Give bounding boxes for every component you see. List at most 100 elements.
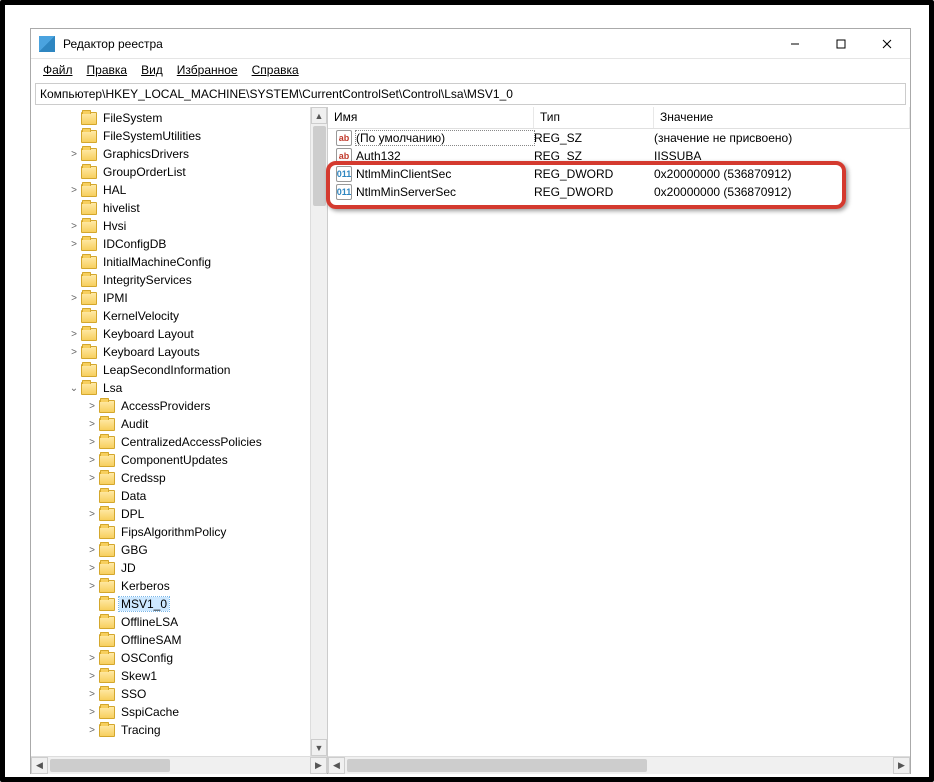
expander-icon[interactable]: >: [85, 437, 99, 448]
window-title: Редактор реестра: [63, 37, 772, 51]
menu-help[interactable]: Справка: [246, 61, 305, 79]
tree-item[interactable]: >ComponentUpdates: [35, 451, 310, 469]
column-type[interactable]: Тип: [534, 107, 654, 128]
value-row[interactable]: 011NtlmMinClientSecREG_DWORD0x20000000 (…: [328, 165, 910, 183]
tree-item[interactable]: MSV1_0: [35, 595, 310, 613]
folder-icon: [81, 130, 97, 143]
scroll-right-button[interactable]: ▶: [310, 757, 327, 774]
scroll-left-button[interactable]: ◀: [31, 757, 48, 774]
tree-item-label: DPL: [119, 507, 146, 521]
tree-item[interactable]: >Credssp: [35, 469, 310, 487]
scroll-thumb[interactable]: [313, 126, 326, 206]
tree-item[interactable]: >OSConfig: [35, 649, 310, 667]
address-bar[interactable]: Компьютер\HKEY_LOCAL_MACHINE\SYSTEM\Curr…: [35, 83, 906, 105]
tree-item[interactable]: >IDConfigDB: [35, 235, 310, 253]
expander-icon[interactable]: >: [85, 707, 99, 718]
hscroll-thumb[interactable]: [347, 759, 647, 772]
registry-tree[interactable]: FileSystemFileSystemUtilities>GraphicsDr…: [31, 107, 310, 756]
tree-item[interactable]: > DPL: [35, 505, 310, 523]
expander-icon[interactable]: >: [85, 473, 99, 484]
folder-icon: [99, 436, 115, 449]
tree-item[interactable]: >SSO: [35, 685, 310, 703]
expander-icon[interactable]: >: [85, 509, 99, 520]
tree-item[interactable]: Data: [35, 487, 310, 505]
expander-icon[interactable]: >: [85, 455, 99, 466]
tree-item[interactable]: InitialMachineConfig: [35, 253, 310, 271]
tree-vscroll[interactable]: ▲ ▼: [310, 107, 327, 756]
tree-item[interactable]: >HAL: [35, 181, 310, 199]
close-button[interactable]: [864, 29, 910, 59]
expander-icon[interactable]: >: [67, 329, 81, 340]
tree-item[interactable]: >JD: [35, 559, 310, 577]
tree-item[interactable]: OfflineLSA: [35, 613, 310, 631]
tree-item[interactable]: GroupOrderList: [35, 163, 310, 181]
tree-item[interactable]: >Keyboard Layouts: [35, 343, 310, 361]
maximize-button[interactable]: [818, 29, 864, 59]
expander-icon[interactable]: >: [85, 401, 99, 412]
scroll-track[interactable]: [311, 124, 327, 739]
expander-icon[interactable]: >: [85, 545, 99, 556]
expander-icon[interactable]: >: [67, 221, 81, 232]
tree-item[interactable]: OfflineSAM: [35, 631, 310, 649]
tree-hscroll[interactable]: ◀ ▶: [31, 756, 327, 773]
string-value-icon: ab: [336, 148, 352, 164]
expander-icon[interactable]: >: [67, 239, 81, 250]
tree-item[interactable]: >Skew1: [35, 667, 310, 685]
tree-item[interactable]: FileSystemUtilities: [35, 127, 310, 145]
column-value[interactable]: Значение: [654, 107, 910, 128]
tree-item[interactable]: >Audit: [35, 415, 310, 433]
values-list[interactable]: ab(По умолчанию)REG_SZ(значение не присв…: [328, 129, 910, 756]
tree-item[interactable]: KernelVelocity: [35, 307, 310, 325]
expander-icon[interactable]: >: [67, 185, 81, 196]
scroll-right-button[interactable]: ▶: [893, 757, 910, 774]
regedit-window: Редактор реестра Файл Правка Вид Избранн…: [30, 28, 911, 774]
hscroll-track[interactable]: [48, 757, 310, 774]
expander-icon[interactable]: >: [85, 671, 99, 682]
menu-view[interactable]: Вид: [135, 61, 169, 79]
menu-file[interactable]: Файл: [37, 61, 79, 79]
values-hscroll[interactable]: ◀ ▶: [328, 756, 910, 773]
expander-icon[interactable]: >: [85, 725, 99, 736]
tree-item[interactable]: FipsAlgorithmPolicy: [35, 523, 310, 541]
expander-icon[interactable]: >: [67, 347, 81, 358]
tree-item[interactable]: >IPMI: [35, 289, 310, 307]
tree-item[interactable]: >GraphicsDrivers: [35, 145, 310, 163]
expander-icon[interactable]: >: [85, 653, 99, 664]
tree-item[interactable]: >SspiCache: [35, 703, 310, 721]
expander-icon[interactable]: >: [67, 149, 81, 160]
scroll-down-button[interactable]: ▼: [311, 739, 327, 756]
menu-favorites[interactable]: Избранное: [171, 61, 244, 79]
folder-icon: [99, 472, 115, 485]
hscroll-thumb[interactable]: [50, 759, 170, 772]
expander-icon[interactable]: >: [85, 581, 99, 592]
scroll-up-button[interactable]: ▲: [311, 107, 327, 124]
tree-item[interactable]: >Tracing: [35, 721, 310, 739]
tree-item[interactable]: ⌄Lsa: [35, 379, 310, 397]
tree-item[interactable]: >AccessProviders: [35, 397, 310, 415]
value-row[interactable]: abAuth132REG_SZIISSUBA: [328, 147, 910, 165]
column-name[interactable]: Имя: [328, 107, 534, 128]
tree-item[interactable]: >GBG: [35, 541, 310, 559]
tree-item[interactable]: >Hvsi: [35, 217, 310, 235]
expander-icon[interactable]: >: [67, 293, 81, 304]
tree-item[interactable]: IntegrityServices: [35, 271, 310, 289]
minimize-button[interactable]: [772, 29, 818, 59]
tree-item[interactable]: hivelist: [35, 199, 310, 217]
menu-edit[interactable]: Правка: [81, 61, 134, 79]
close-icon: [882, 39, 892, 49]
value-row[interactable]: ab(По умолчанию)REG_SZ(значение не присв…: [328, 129, 910, 147]
folder-icon: [99, 688, 115, 701]
tree-item-label: FipsAlgorithmPolicy: [119, 525, 228, 539]
scroll-left-button[interactable]: ◀: [328, 757, 345, 774]
expander-icon[interactable]: >: [85, 689, 99, 700]
value-row[interactable]: 011NtlmMinServerSecREG_DWORD0x20000000 (…: [328, 183, 910, 201]
tree-item[interactable]: >Keyboard Layout: [35, 325, 310, 343]
expander-icon[interactable]: >: [85, 419, 99, 430]
expander-icon[interactable]: ⌄: [67, 383, 81, 394]
tree-item[interactable]: LeapSecondInformation: [35, 361, 310, 379]
tree-item[interactable]: FileSystem: [35, 109, 310, 127]
tree-item[interactable]: >Kerberos: [35, 577, 310, 595]
tree-item[interactable]: >CentralizedAccessPolicies: [35, 433, 310, 451]
hscroll-track[interactable]: [345, 757, 893, 774]
expander-icon[interactable]: >: [85, 563, 99, 574]
